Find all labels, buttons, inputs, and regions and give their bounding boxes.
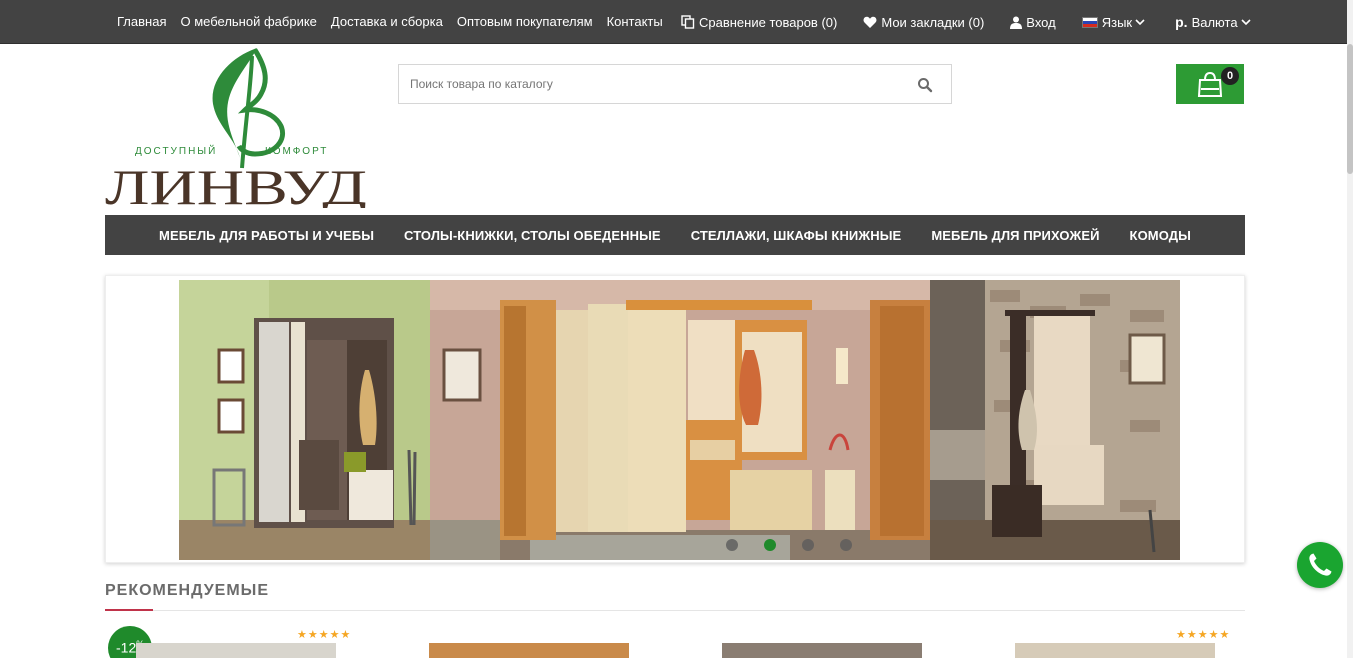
category-hallway[interactable]: МЕБЕЛЬ ДЛЯ ПРИХОЖЕЙ <box>931 228 1099 243</box>
category-menu: МЕБЕЛЬ ДЛЯ РАБОТЫ И УЧЕБЫ СТОЛЫ-КНИЖКИ, … <box>105 215 1245 255</box>
category-tables[interactable]: СТОЛЫ-КНИЖКИ, СТОЛЫ ОБЕДЕННЫЕ <box>404 228 661 243</box>
nav-home-link[interactable]: Главная <box>117 14 166 29</box>
category-work-study[interactable]: МЕБЕЛЬ ДЛЯ РАБОТЫ И УЧЕБЫ <box>159 228 374 243</box>
wishlist-link[interactable]: Мои закладки (0) <box>863 15 984 30</box>
search-box <box>398 64 952 104</box>
hero-slider[interactable] <box>105 275 1245 563</box>
compare-link[interactable]: Сравнение товаров (0) <box>681 15 837 30</box>
currency-label: Валюта <box>1191 14 1238 30</box>
call-button[interactable] <box>1297 542 1343 588</box>
search-input[interactable] <box>399 65 899 103</box>
section-divider <box>105 610 1245 611</box>
chevron-down-icon <box>1240 19 1251 26</box>
user-icon <box>1010 16 1023 29</box>
chevron-down-icon <box>1135 19 1145 26</box>
cart-count-badge: 0 <box>1221 67 1239 85</box>
wishlist-label: Мои закладки (0) <box>881 14 985 30</box>
phone-icon <box>1309 553 1332 576</box>
slider-dot-2[interactable] <box>764 539 776 551</box>
sale-value: -12 <box>116 639 137 656</box>
logo-tagline-right: КОМФОРТ <box>265 146 328 157</box>
shopping-bag-icon <box>1197 71 1223 97</box>
cart-button[interactable]: 0 <box>1176 64 1244 104</box>
slider-dots <box>726 539 852 551</box>
page-scrollbar[interactable] <box>1347 0 1353 658</box>
language-dropdown[interactable]: Язык <box>1081 14 1149 30</box>
product-image-2[interactable] <box>429 643 629 658</box>
login-link[interactable]: Вход <box>1010 14 1056 30</box>
slide-image-center <box>430 280 930 560</box>
category-bookcases[interactable]: СТЕЛЛАЖИ, ШКАФЫ КНИЖНЫЕ <box>691 228 902 243</box>
scrollbar-thumb[interactable] <box>1347 44 1353 174</box>
slider-dot-1[interactable] <box>726 539 738 551</box>
language-label: Язык <box>1101 14 1133 30</box>
site-logo[interactable]: ДОСТУПНЫЙ КОМФОРТ ЛИНВУД <box>105 46 370 215</box>
slider-dot-4[interactable] <box>840 539 852 551</box>
top-nav: Главная О мебельной фабрике Доставка и с… <box>117 14 677 29</box>
logo-tagline-left: ДОСТУПНЫЙ <box>135 144 217 157</box>
currency-dropdown[interactable]: р. Валюта <box>1175 14 1254 30</box>
logo-graphic: ДОСТУПНЫЙ КОМФОРТ ЛИНВУД <box>105 48 367 215</box>
russia-flag-icon <box>1081 16 1098 28</box>
recommended-heading: РЕКОМЕНДУЕМЫЕ <box>105 582 269 599</box>
product-image-4[interactable] <box>1015 643 1215 658</box>
nav-contacts-link[interactable]: Контакты <box>607 14 663 29</box>
product-image-3[interactable] <box>722 643 922 658</box>
compare-label: Сравнение товаров (0) <box>699 14 838 30</box>
heart-icon <box>863 16 877 28</box>
login-label: Вход <box>1026 14 1056 30</box>
product-rating-4: ★★★★★ <box>1176 629 1231 641</box>
slide-image-left <box>179 280 430 560</box>
copy-icon <box>681 15 695 29</box>
currency-symbol: р. <box>1175 14 1188 30</box>
top-right-menu: Сравнение товаров (0) Мои закладки (0) В… <box>681 14 1281 30</box>
section-divider-accent <box>105 609 153 611</box>
search-icon[interactable] <box>917 77 933 93</box>
slide-image-right <box>930 280 1180 560</box>
logo-brand-name: ЛИНВУД <box>105 159 367 208</box>
nav-about-link[interactable]: О мебельной фабрике <box>180 14 316 29</box>
product-image-1[interactable] <box>136 643 336 658</box>
nav-wholesale-link[interactable]: Оптовым покупателям <box>457 14 593 29</box>
category-dressers[interactable]: КОМОДЫ <box>1130 228 1191 243</box>
nav-delivery-link[interactable]: Доставка и сборка <box>331 14 443 29</box>
slider-dot-3[interactable] <box>802 539 814 551</box>
top-bar: Главная О мебельной фабрике Доставка и с… <box>0 0 1353 44</box>
product-rating-1: ★★★★★ <box>297 629 352 641</box>
